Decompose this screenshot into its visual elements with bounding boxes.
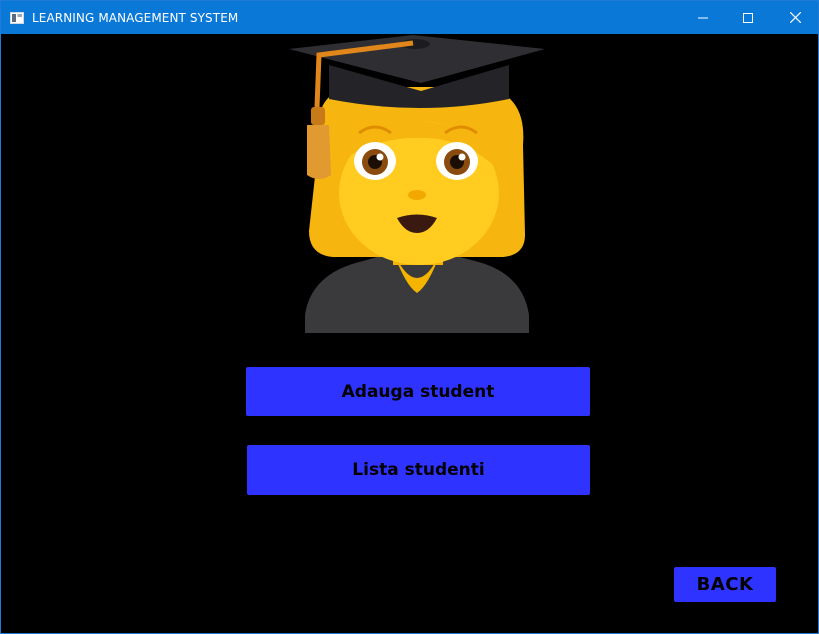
close-icon <box>789 12 801 23</box>
window-title: LEARNING MANAGEMENT SYSTEM <box>32 11 239 25</box>
minimize-icon <box>698 17 708 18</box>
maximize-icon <box>743 12 753 23</box>
app-icon <box>10 12 24 24</box>
student-graduate-icon <box>289 35 545 333</box>
app-window: LEARNING MANAGEMENT SYSTEM Adauga studen… <box>0 0 819 634</box>
add-student-button[interactable]: Adauga student <box>246 367 590 416</box>
list-students-button[interactable]: Lista studenti <box>247 445 590 495</box>
title-bar[interactable]: LEARNING MANAGEMENT SYSTEM <box>1 1 818 34</box>
minimize-button[interactable] <box>680 1 726 34</box>
maximize-button[interactable] <box>725 1 771 34</box>
close-button[interactable] <box>772 1 818 34</box>
back-button[interactable]: BACK <box>674 567 776 602</box>
